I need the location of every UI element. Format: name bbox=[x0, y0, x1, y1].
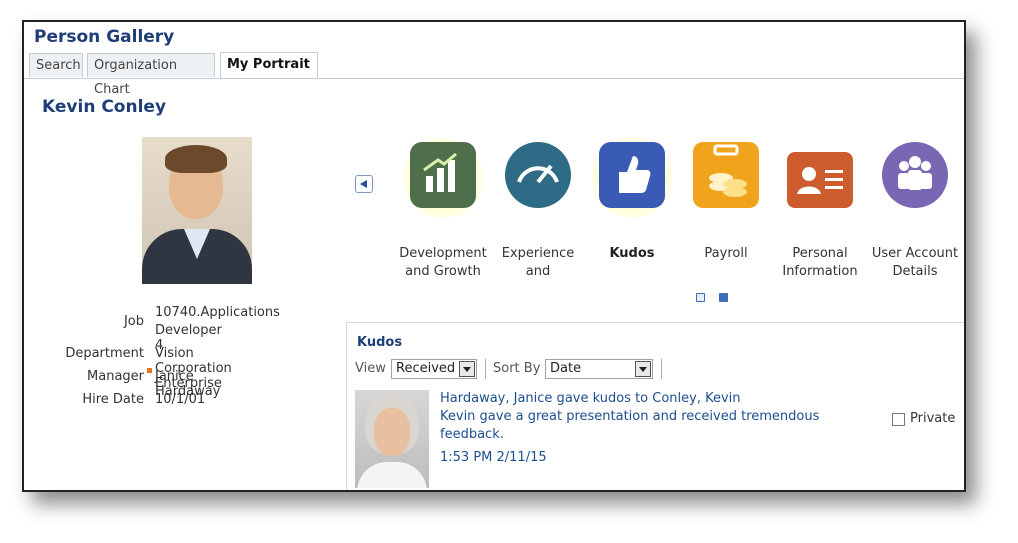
thumbs-up-icon bbox=[599, 142, 665, 208]
kudos-panel-title: Kudos bbox=[357, 335, 403, 350]
person-name: Kevin Conley bbox=[42, 97, 167, 117]
toolbar-separator bbox=[661, 359, 662, 379]
tile-label-personal-information: Personal Information bbox=[782, 246, 858, 279]
app-window: Person Gallery Search Organization Chart… bbox=[22, 20, 966, 492]
sort-by-label: Sort By bbox=[493, 361, 541, 376]
private-label: Private bbox=[910, 411, 956, 426]
sort-by-select[interactable]: Date bbox=[545, 359, 653, 379]
app-title: Person Gallery bbox=[34, 27, 175, 47]
tile-personal-information[interactable]: Personal Information bbox=[775, 142, 865, 279]
tile-label-user-account: User Account Details bbox=[871, 246, 959, 279]
view-select[interactable]: Received bbox=[391, 359, 477, 379]
pager-dot-1[interactable] bbox=[696, 293, 705, 302]
gauge-icon bbox=[505, 142, 571, 208]
kudos-headline[interactable]: Hardaway, Janice gave kudos to Conley, K… bbox=[440, 391, 741, 406]
sort-by-select-value: Date bbox=[550, 361, 582, 376]
department-label: Department bbox=[65, 346, 144, 361]
chart-icon bbox=[410, 142, 476, 208]
tile-label-development: Development and Growth bbox=[399, 246, 487, 279]
job-label: Job bbox=[123, 314, 144, 329]
chevron-down-icon[interactable] bbox=[635, 361, 651, 377]
toolbar-separator bbox=[485, 359, 486, 379]
tile-development-and-growth[interactable]: Development and Growth bbox=[398, 138, 488, 279]
users-icon bbox=[882, 142, 948, 208]
id-card-icon bbox=[787, 152, 853, 208]
kudos-message-line2: feedback. bbox=[440, 427, 504, 442]
profile-photo bbox=[142, 137, 252, 284]
kudos-timestamp: 1:53 PM 2/11/15 bbox=[440, 450, 547, 465]
hire-date-value: 10/1/01 bbox=[155, 392, 206, 407]
tile-payroll[interactable]: Payroll bbox=[681, 142, 771, 261]
tab-organization-chart[interactable]: Organization Chart bbox=[87, 53, 215, 97]
tab-my-portrait[interactable]: My Portrait bbox=[220, 52, 318, 78]
kudos-giver-avatar bbox=[355, 390, 429, 488]
kudos-message-line1: Kevin gave a great presentation and rece… bbox=[440, 409, 820, 424]
manager-label: Manager bbox=[87, 369, 144, 384]
coins-icon bbox=[693, 142, 759, 208]
view-label: View bbox=[355, 361, 386, 376]
pager-dot-2[interactable] bbox=[719, 293, 728, 302]
tab-divider bbox=[24, 78, 964, 79]
job-value-line1: 10740.Applications bbox=[155, 305, 280, 320]
chevron-down-icon[interactable] bbox=[459, 361, 475, 377]
manager-marker-icon bbox=[147, 368, 152, 373]
kudos-panel: Kudos View Received Sort By Date Hardawa… bbox=[346, 322, 964, 490]
tile-experience[interactable]: Experience and bbox=[493, 142, 583, 279]
tab-search[interactable]: Search bbox=[29, 53, 83, 77]
carousel-previous-button[interactable] bbox=[355, 175, 373, 193]
tile-user-account-details[interactable]: User Account Details bbox=[870, 142, 960, 279]
hire-date-label: Hire Date bbox=[82, 392, 144, 407]
view-select-value: Received bbox=[396, 361, 456, 376]
tile-kudos[interactable]: Kudos bbox=[587, 138, 677, 261]
private-checkbox[interactable] bbox=[892, 413, 905, 426]
